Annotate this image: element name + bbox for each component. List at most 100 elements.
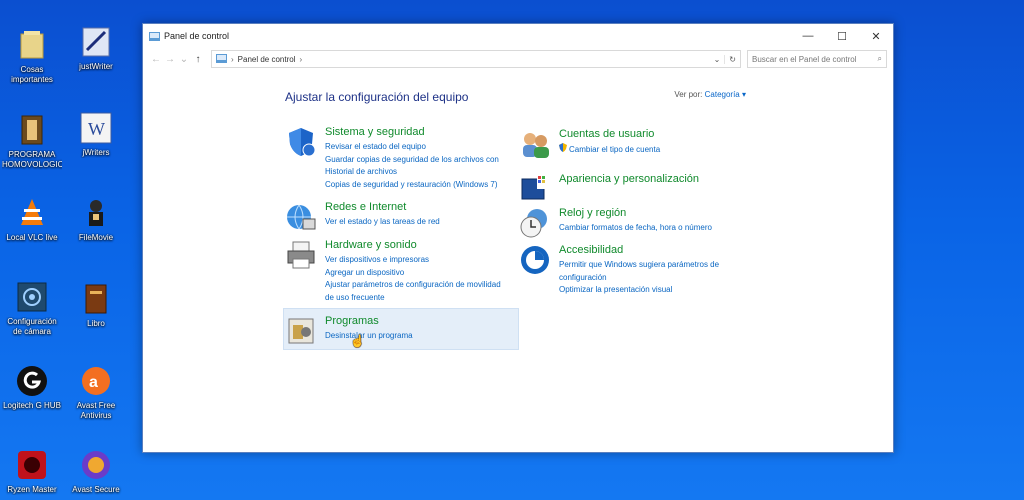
desktop-icon-label: Cosas importantes — [11, 65, 53, 84]
logitech-icon — [15, 364, 49, 398]
avast-icon: a — [79, 364, 113, 398]
desktop-icon-justwriter[interactable]: justWriter — [66, 25, 126, 72]
desktop-icon-label: Logitech G HUB — [3, 401, 61, 410]
link-backup-restore[interactable]: Copias de seguridad y restauración (Wind… — [325, 179, 505, 192]
desktop-icon-programa[interactable]: PROGRAMA HOMOVOLOGICO — [2, 113, 62, 170]
content-area: Ajustar la configuración del equipo Ver … — [143, 70, 893, 452]
desktop-icon-cosas-importantes[interactable]: Cosas importantes — [2, 28, 62, 85]
address-dropdown-button[interactable]: ⌄ — [714, 55, 721, 64]
clock-icon — [519, 207, 551, 239]
title-bar[interactable]: Panel de control — ☐ ✕ — [143, 24, 893, 48]
network-icon — [285, 201, 317, 233]
link-network-status[interactable]: Ver el estado y las tareas de red — [325, 216, 440, 229]
page-title: Ajustar la configuración del equipo — [285, 90, 469, 104]
address-bar[interactable]: › Panel de control › ⌄ ↻ — [211, 50, 741, 68]
link-date-time-formats[interactable]: Cambiar formatos de fecha, hora o número — [559, 222, 712, 235]
camera-icon — [15, 280, 49, 314]
desktop-icon-label: justWriter — [79, 62, 113, 71]
control-panel-window[interactable]: Panel de control — ☐ ✕ ← → ⌄ ↑ › Panel d… — [142, 23, 894, 453]
category-hardware-sound: Hardware y sonido Ver dispositivos e imp… — [285, 239, 505, 304]
link-mobility-settings[interactable]: Ajustar parámetros de configuración de m… — [325, 279, 505, 304]
programs-icon — [285, 315, 317, 347]
category-title[interactable]: Redes e Internet — [325, 201, 440, 213]
breadcrumb-location[interactable]: Panel de control — [238, 55, 296, 64]
desktop-icon-label: jWriters — [82, 148, 110, 157]
close-button[interactable]: ✕ — [859, 24, 893, 48]
category-clock-region: Reloj y región Cambiar formatos de fecha… — [519, 207, 729, 239]
link-change-account-type[interactable]: Cambiar el tipo de cuenta — [559, 143, 660, 157]
vlc-icon — [15, 196, 49, 230]
refresh-button[interactable]: ↻ — [724, 54, 740, 64]
desktop-icon-camara[interactable]: Configuración de cámara logitech — [2, 280, 62, 337]
desktop-icon-avast-secure[interactable]: Avast Secure — [66, 448, 126, 495]
view-by-label: Ver por: — [674, 90, 703, 99]
svg-text:a: a — [89, 374, 98, 391]
printer-icon — [285, 239, 317, 271]
category-programs: Programas Desinstalar un programa — [285, 315, 505, 347]
desktop-icon-label: Avast Secure — [72, 485, 120, 494]
desktop-icon-avast[interactable]: a Avast Free Antivirus — [66, 364, 126, 421]
window-title: Panel de control — [164, 31, 230, 41]
desktop-icon-jwriters[interactable]: W jWriters — [66, 111, 126, 158]
link-windows-suggest-settings[interactable]: Permitir que Windows sugiera parámetros … — [559, 259, 729, 284]
search-icon[interactable]: ⌕ — [878, 54, 882, 64]
desktop-icon-label: Ryzen Master — [7, 485, 57, 494]
category-user-accounts: Cuentas de usuario Cambiar el tipo de cu… — [519, 128, 729, 160]
desktop-icon-ryzen[interactable]: Ryzen Master — [2, 448, 62, 495]
desktop-icon-libro[interactable]: Libro — [66, 282, 126, 329]
movie-icon — [79, 196, 113, 230]
category-network-internet: Redes e Internet Ver el estado y las tar… — [285, 201, 505, 233]
category-title[interactable]: Apariencia y personalización — [559, 173, 699, 185]
desktop-icon-label: Configuración de cámara logitech — [7, 317, 57, 336]
desktop-icon-label: Local VLC live — [6, 233, 58, 242]
accessibility-icon — [519, 244, 551, 276]
category-accessibility: Accesibilidad Permitir que Windows sugie… — [519, 244, 729, 297]
link-file-history[interactable]: Guardar copias de seguridad de los archi… — [325, 154, 505, 179]
svg-text:W: W — [88, 119, 105, 139]
writer-icon: W — [79, 111, 113, 145]
avast-secure-icon — [79, 448, 113, 482]
hand-cursor-icon: ☝ — [350, 334, 365, 348]
control-panel-icon — [149, 31, 160, 41]
minimize-button[interactable]: — — [791, 24, 825, 48]
category-system-security: Sistema y seguridad Revisar el estado de… — [285, 126, 505, 191]
search-placeholder: Buscar en el Panel de control — [752, 54, 857, 64]
shield-icon — [285, 126, 317, 158]
category-title[interactable]: Programas — [325, 315, 413, 327]
address-row: ← → ⌄ ↑ › Panel de control › ⌄ ↻ Buscar … — [143, 48, 893, 70]
category-title[interactable]: Cuentas de usuario — [559, 128, 660, 140]
link-change-account-type-label[interactable]: Cambiar el tipo de cuenta — [569, 145, 660, 154]
uac-shield-icon — [559, 143, 567, 157]
category-appearance: Apariencia y personalización — [519, 173, 729, 205]
up-button[interactable]: ↑ — [191, 54, 205, 65]
desktop-icon-logitech[interactable]: Logitech G HUB — [2, 364, 62, 411]
link-add-device[interactable]: Agregar un dispositivo — [325, 267, 505, 280]
breadcrumb-separator[interactable]: › — [231, 55, 234, 64]
category-title[interactable]: Sistema y seguridad — [325, 126, 505, 138]
search-input[interactable]: Buscar en el Panel de control ⌕ — [747, 50, 887, 68]
folder-icon — [15, 28, 49, 62]
link-check-status[interactable]: Revisar el estado del equipo — [325, 141, 505, 154]
category-title[interactable]: Reloj y región — [559, 207, 712, 219]
maximize-button[interactable]: ☐ — [825, 24, 859, 48]
link-uninstall-program[interactable]: Desinstalar un programa — [325, 330, 413, 343]
recent-locations-button[interactable]: ⌄ — [177, 54, 191, 65]
view-by-dropdown[interactable]: Categoría ▾ — [705, 90, 746, 99]
book-icon — [79, 282, 113, 316]
app-icon — [79, 25, 113, 59]
link-optimize-visual-display[interactable]: Optimizar la presentación visual — [559, 284, 729, 297]
appearance-icon — [519, 173, 551, 205]
desktop-icon-label: FileMovie — [78, 233, 114, 242]
desktop-icon-vlc[interactable]: Local VLC live — [2, 196, 62, 243]
desktop-icon-label: PROGRAMA HOMOVOLOGICO — [2, 150, 62, 169]
desktop-icon-label: Libro — [87, 319, 105, 328]
category-title[interactable]: Hardware y sonido — [325, 239, 505, 251]
breadcrumb-separator[interactable]: › — [300, 55, 303, 64]
link-devices-printers[interactable]: Ver dispositivos e impresoras — [325, 254, 505, 267]
back-button[interactable]: ← — [149, 54, 163, 65]
forward-button[interactable]: → — [163, 54, 177, 65]
ryzen-icon — [15, 448, 49, 482]
category-title[interactable]: Accesibilidad — [559, 244, 729, 256]
desktop-icon-filemovie[interactable]: FileMovie — [66, 196, 126, 243]
view-by: Ver por: Categoría ▾ — [674, 90, 746, 99]
